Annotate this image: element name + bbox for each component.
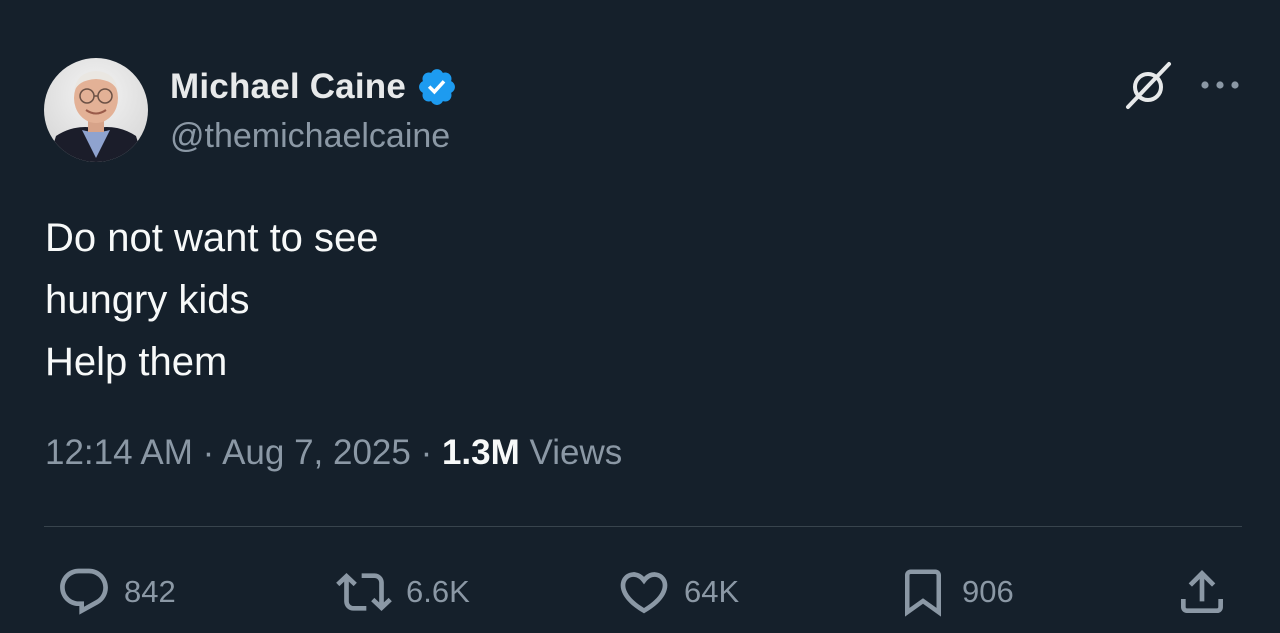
divider <box>44 526 1242 527</box>
tweet-line: Do not want to see <box>45 216 379 260</box>
repost-button[interactable]: 6.6K <box>334 562 470 622</box>
bookmark-icon <box>905 569 941 617</box>
tweet-line: hungry kids <box>45 278 250 322</box>
author-name-row[interactable]: Michael Caine <box>170 64 458 110</box>
avatar[interactable] <box>44 58 148 162</box>
tweet-date[interactable]: Aug 7, 2025 <box>222 433 411 472</box>
like-icon <box>620 572 668 614</box>
meta-separator: · <box>192 433 223 472</box>
reply-button[interactable]: 842 <box>56 562 176 622</box>
more-options-icon[interactable] <box>1198 70 1242 100</box>
views-label[interactable]: Views <box>530 433 623 472</box>
repost-icon <box>336 573 392 611</box>
bookmark-button[interactable]: 906 <box>896 562 1014 622</box>
bookmark-count: 906 <box>962 574 1014 609</box>
user-handle[interactable]: @themichaelcaine <box>170 117 450 156</box>
repost-count: 6.6K <box>406 574 470 609</box>
tweet-meta: 12:14 AM · Aug 7, 2025 · 1.3M Views <box>45 433 622 473</box>
reply-icon <box>60 568 108 615</box>
tweet-time[interactable]: 12:14 AM <box>45 433 193 472</box>
like-button[interactable]: 64K <box>616 562 739 622</box>
views-count[interactable]: 1.3M <box>442 433 520 472</box>
tweet-line: Help them <box>45 340 228 384</box>
share-button[interactable] <box>1174 562 1230 622</box>
like-count: 64K <box>684 574 740 609</box>
grok-icon[interactable] <box>1122 60 1174 112</box>
share-icon <box>1181 570 1223 613</box>
verified-badge-icon[interactable] <box>416 66 458 108</box>
reply-count: 842 <box>124 574 176 609</box>
display-name[interactable]: Michael Caine <box>170 67 406 107</box>
avatar-image <box>44 58 148 162</box>
meta-separator: · <box>410 433 442 472</box>
tweet-text: Do not want to see hungry kids Help them <box>45 207 379 393</box>
